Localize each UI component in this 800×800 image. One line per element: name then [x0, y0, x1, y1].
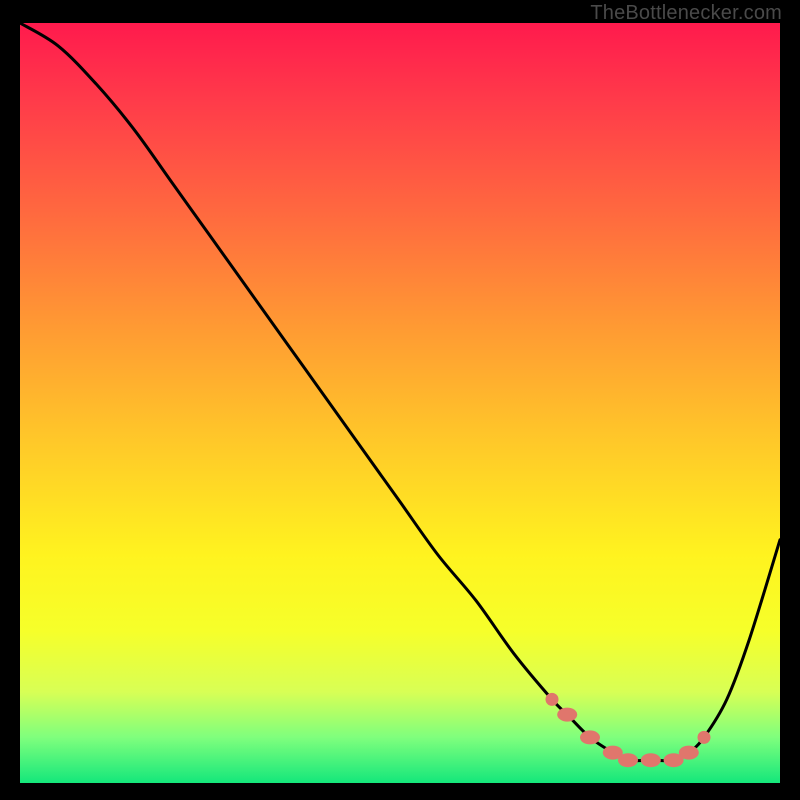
marker-point — [557, 708, 577, 722]
marker-point — [580, 730, 600, 744]
highlight-markers — [546, 693, 711, 767]
marker-point — [618, 753, 638, 767]
marker-point — [679, 746, 699, 760]
plot-area — [20, 23, 780, 783]
curve-svg — [20, 23, 780, 783]
bottleneck-curve — [20, 23, 780, 761]
watermark-text: TheBottlenecker.com — [590, 2, 782, 25]
marker-point — [641, 753, 661, 767]
marker-point — [698, 731, 711, 744]
marker-point — [546, 693, 559, 706]
chart-frame: TheBottlenecker.com — [0, 0, 800, 800]
